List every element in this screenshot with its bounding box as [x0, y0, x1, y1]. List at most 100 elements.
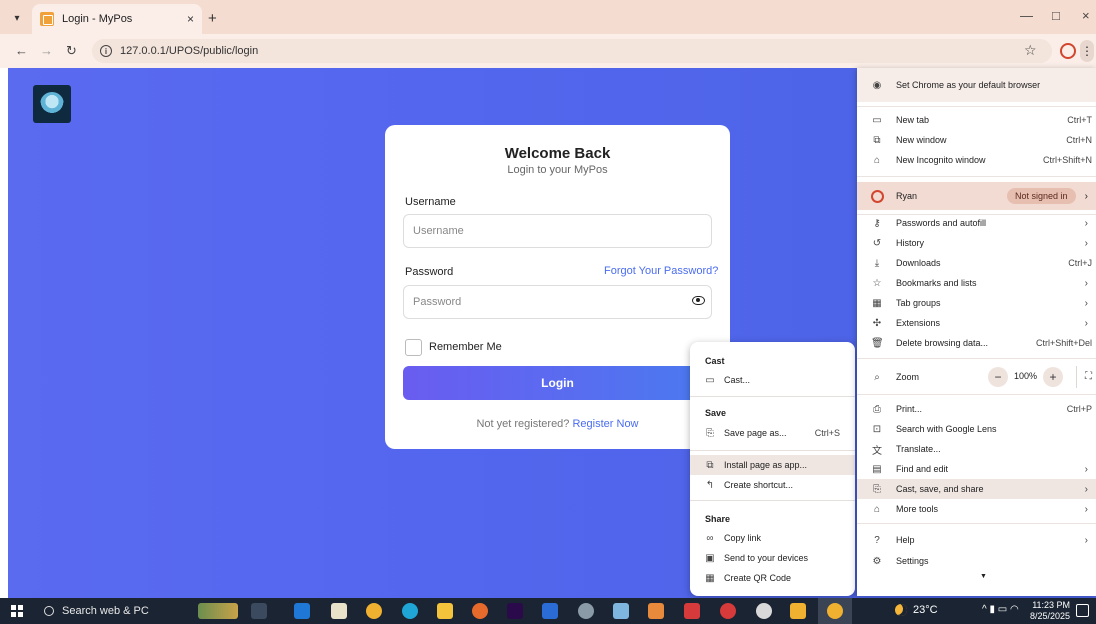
register-now-link[interactable]: Register Now	[572, 418, 638, 430]
chrome-active-icon[interactable]	[827, 603, 843, 619]
downloads-item[interactable]: ⤓ Downloads Ctrl+J	[857, 253, 1096, 273]
qr-code-item[interactable]: ▦ Create QR Code	[690, 568, 855, 588]
show-password-eye-icon[interactable]	[692, 296, 705, 305]
history-item[interactable]: ↺ History ›	[857, 233, 1096, 253]
cast-save-share-item[interactable]: ⎘ Cast, save, and share ›	[857, 479, 1096, 499]
send-devices-item[interactable]: ▣ Send to your devices	[690, 548, 855, 568]
tab-close-icon[interactable]: ×	[187, 12, 194, 26]
tab-groups-item[interactable]: ▦ Tab groups ›	[857, 293, 1096, 313]
site-info-icon[interactable]: i	[100, 45, 112, 57]
notepad-icon[interactable]	[331, 603, 347, 619]
tab-login[interactable]: Login - MyPos ×	[32, 4, 202, 34]
minimize-icon[interactable]: —	[1020, 8, 1033, 23]
address-bar[interactable]: i 127.0.0.1/UPOS/public/login	[92, 39, 1052, 63]
chrome-icon[interactable]	[366, 603, 382, 619]
cast-save-share-submenu: Cast ▭ Cast... Save ⎘ Save page as... Ct…	[690, 342, 855, 596]
windows-taskbar: Search web & PC 23°C ^ ▮ ▭ ◠ 11:23 PM 8/…	[0, 598, 1096, 624]
delete-data-shortcut: Ctrl+Shift+Del	[1035, 338, 1092, 348]
task-view-icon[interactable]	[251, 603, 267, 619]
maximize-icon[interactable]: □	[1052, 8, 1060, 23]
profile-avatar-icon	[871, 189, 884, 203]
notification-icon[interactable]	[1076, 604, 1089, 617]
delete-data-item[interactable]: 🗑 Delete browsing data... Ctrl+Shift+Del	[857, 333, 1096, 353]
install-app-item[interactable]: ⧉ Install page as app...	[690, 455, 855, 475]
more-menu-icon[interactable]: ⋮	[1080, 40, 1094, 62]
create-shortcut-item[interactable]: ↰ Create shortcut...	[690, 475, 855, 495]
bookmark-star-icon[interactable]: ☆	[1024, 42, 1037, 59]
save-page-shortcut: Ctrl+S	[814, 428, 840, 438]
sublime-icon[interactable]	[790, 603, 806, 619]
reload-icon[interactable]: ↻	[66, 43, 77, 59]
username-input[interactable]	[403, 214, 712, 248]
tab-search-chevron-icon[interactable]: ▾	[8, 9, 26, 27]
chevron-right-icon: ›	[1084, 190, 1088, 202]
save-page-item[interactable]: ⎘ Save page as... Ctrl+S	[690, 423, 855, 443]
help-label: Help	[896, 535, 915, 545]
send-devices-label: Send to your devices	[724, 553, 809, 563]
forgot-password-link[interactable]: Forgot Your Password?	[604, 265, 718, 277]
more-tools-item[interactable]: ⌂ More tools ›	[857, 499, 1096, 519]
back-arrow-icon[interactable]: ←	[15, 43, 28, 58]
zoom-in-button[interactable]: +	[1043, 367, 1063, 387]
app-icon[interactable]	[648, 603, 664, 619]
start-button[interactable]	[11, 605, 23, 617]
app-icon[interactable]	[578, 603, 594, 619]
app-icon[interactable]	[720, 603, 736, 619]
chrome-icon: ◉	[872, 79, 882, 91]
register-prompt-text: Not yet registered?	[476, 418, 570, 430]
extensions-item[interactable]: ✣ Extensions ›	[857, 313, 1096, 333]
chevron-right-icon: ›	[1084, 217, 1088, 229]
wps-icon[interactable]	[684, 603, 700, 619]
submenu-divider	[690, 500, 855, 501]
widgets-icon[interactable]	[198, 603, 238, 619]
settings-gear-icon[interactable]	[756, 603, 772, 619]
new-tab-item[interactable]: ▭ New tab Ctrl+T	[857, 110, 1096, 130]
login-button[interactable]: Login	[403, 366, 712, 400]
file-explorer-icon[interactable]	[437, 603, 453, 619]
remember-me-checkbox[interactable]	[405, 339, 422, 356]
new-tab-icon[interactable]: +	[208, 10, 217, 27]
profile-item[interactable]: Ryan Not signed in ›	[857, 182, 1096, 210]
find-edit-item[interactable]: ▤ Find and edit ›	[857, 459, 1096, 479]
chevron-right-icon: ›	[1084, 483, 1088, 495]
copy-link-label: Copy link	[724, 533, 762, 543]
translate-item[interactable]: 文 Translate...	[857, 439, 1096, 459]
google-lens-item[interactable]: ⊡ Search with Google Lens	[857, 419, 1096, 439]
google-lens-label: Search with Google Lens	[896, 424, 997, 434]
system-tray-icons[interactable]: ^ ▮ ▭ ◠	[982, 604, 1019, 615]
window-close-icon[interactable]: ×	[1082, 8, 1090, 23]
profile-icon[interactable]	[1060, 43, 1076, 59]
new-window-item[interactable]: ⧉ New window Ctrl+N	[857, 130, 1096, 150]
downloads-shortcut: Ctrl+J	[1068, 258, 1092, 268]
link-icon: ∞	[706, 532, 714, 544]
bookmarks-item[interactable]: ☆ Bookmarks and lists ›	[857, 273, 1096, 293]
outlook-icon[interactable]	[294, 603, 310, 619]
help-item[interactable]: ? Help ›	[857, 530, 1096, 550]
fullscreen-icon[interactable]: ⛶	[1085, 371, 1092, 382]
cast-item[interactable]: ▭ Cast...	[690, 370, 855, 390]
clock[interactable]: 11:23 PM 8/25/2025	[1030, 600, 1070, 622]
scroll-down-icon[interactable]: ▼	[980, 573, 987, 580]
copy-link-item[interactable]: ∞ Copy link	[690, 528, 855, 548]
cast-save-icon: ⎘	[873, 483, 881, 495]
word-icon[interactable]	[542, 603, 558, 619]
premiere-icon[interactable]	[507, 603, 523, 619]
forward-arrow-icon[interactable]: →	[40, 43, 53, 58]
menu-divider	[857, 394, 1096, 395]
password-label: Password	[405, 266, 454, 278]
passwords-item[interactable]: ⚷ Passwords and autofill ›	[857, 213, 1096, 233]
default-browser-item[interactable]: ◉ Set Chrome as your default browser	[857, 68, 1096, 102]
weather-widget[interactable]: 23°C	[895, 604, 938, 616]
settings-item[interactable]: ⚙ Settings	[857, 551, 1096, 571]
share-header: Share	[705, 514, 731, 524]
firefox-icon[interactable]	[472, 603, 488, 619]
incognito-item[interactable]: ⌂ New Incognito window Ctrl+Shift+N	[857, 150, 1096, 170]
password-input[interactable]	[403, 285, 712, 319]
edge-icon[interactable]	[402, 603, 418, 619]
zoom-out-button[interactable]: −	[988, 367, 1008, 387]
app-icon[interactable]	[613, 603, 629, 619]
puzzle-icon: ✣	[872, 317, 882, 329]
print-item[interactable]: ⎙ Print... Ctrl+P	[857, 399, 1096, 419]
taskbar-search[interactable]: Search web & PC	[44, 602, 184, 620]
incognito-icon: ⌂	[873, 154, 881, 166]
